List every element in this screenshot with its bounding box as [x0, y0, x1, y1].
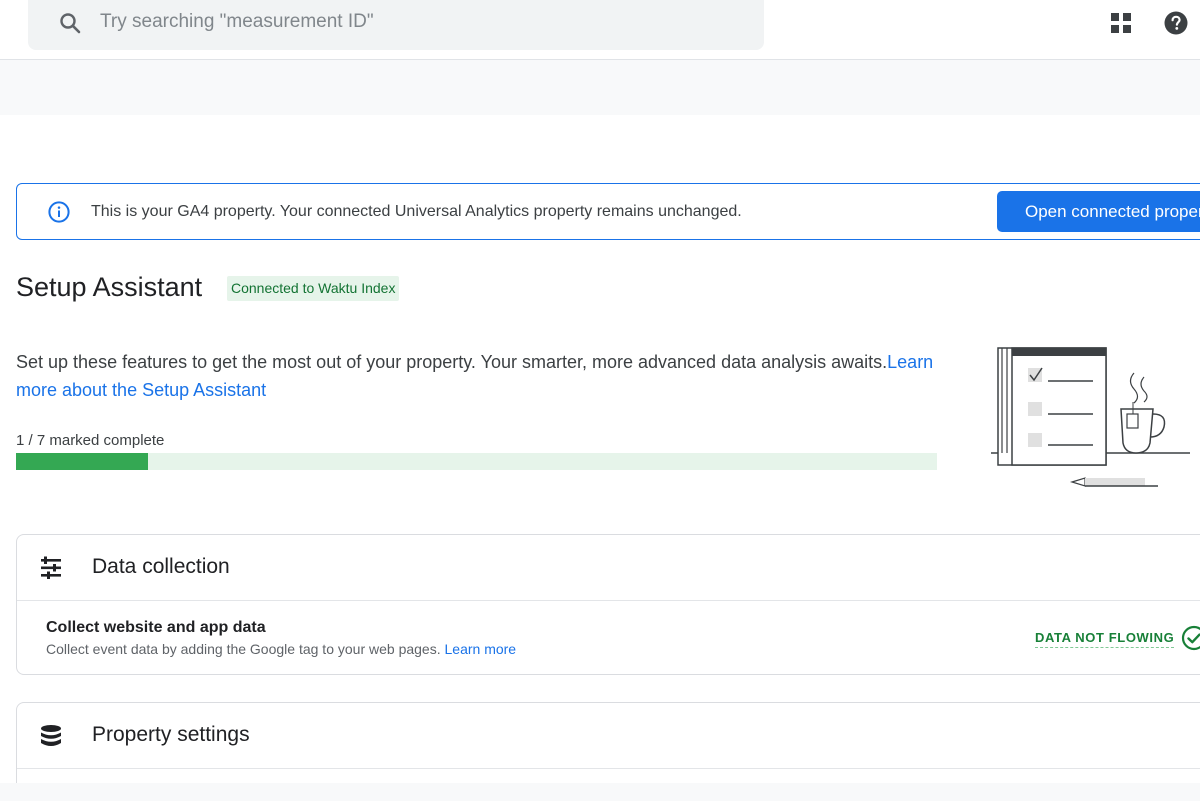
section-title: Property settings: [92, 723, 250, 746]
apps-icon[interactable]: [1110, 12, 1132, 34]
checklist-illustration: [991, 347, 1190, 487]
info-icon: [48, 201, 70, 223]
top-bar: [0, 0, 1200, 60]
search-input[interactable]: [100, 2, 700, 42]
progress-bar: [16, 453, 937, 470]
task-title[interactable]: Collect website and app data: [46, 619, 266, 637]
connection-chip: Connected to Waktu Index: [227, 276, 400, 301]
search-icon[interactable]: [58, 11, 82, 35]
data-collection-header[interactable]: Data collection: [17, 535, 1200, 601]
page-title: Setup Assistant: [16, 272, 203, 302]
banner-text: This is your GA4 property. Your connecte…: [91, 203, 742, 220]
setup-description-text: Set up these features to get the most ou…: [16, 352, 888, 372]
info-banner: This is your GA4 property. Your connecte…: [16, 183, 1200, 240]
progress-label: 1 / 7 marked complete: [16, 432, 165, 449]
page-header-band: [0, 60, 1200, 115]
database-icon: [41, 725, 61, 746]
bottom-band: [0, 783, 1200, 801]
task-description-text: Collect event data by adding the Google …: [46, 641, 441, 657]
section-title: Data collection: [92, 555, 230, 578]
open-connected-property-button[interactable]: Open connected property: [997, 191, 1200, 232]
data-collection-card: Data collection Collect website and app …: [16, 534, 1200, 675]
progress-bar-fill: [16, 453, 148, 470]
task-description: Collect event data by adding the Google …: [46, 641, 516, 657]
setup-description: Set up these features to get the most ou…: [16, 348, 936, 404]
search-bar[interactable]: [28, 0, 764, 50]
status-badge[interactable]: DATA NOT FLOWING: [1035, 630, 1175, 648]
check-circle-icon: [1181, 625, 1200, 651]
property-settings-header[interactable]: Property settings: [17, 703, 1200, 769]
learn-more-link[interactable]: Learn more: [445, 641, 517, 657]
help-icon[interactable]: [1164, 11, 1188, 35]
data-collection-icon: [41, 556, 61, 579]
